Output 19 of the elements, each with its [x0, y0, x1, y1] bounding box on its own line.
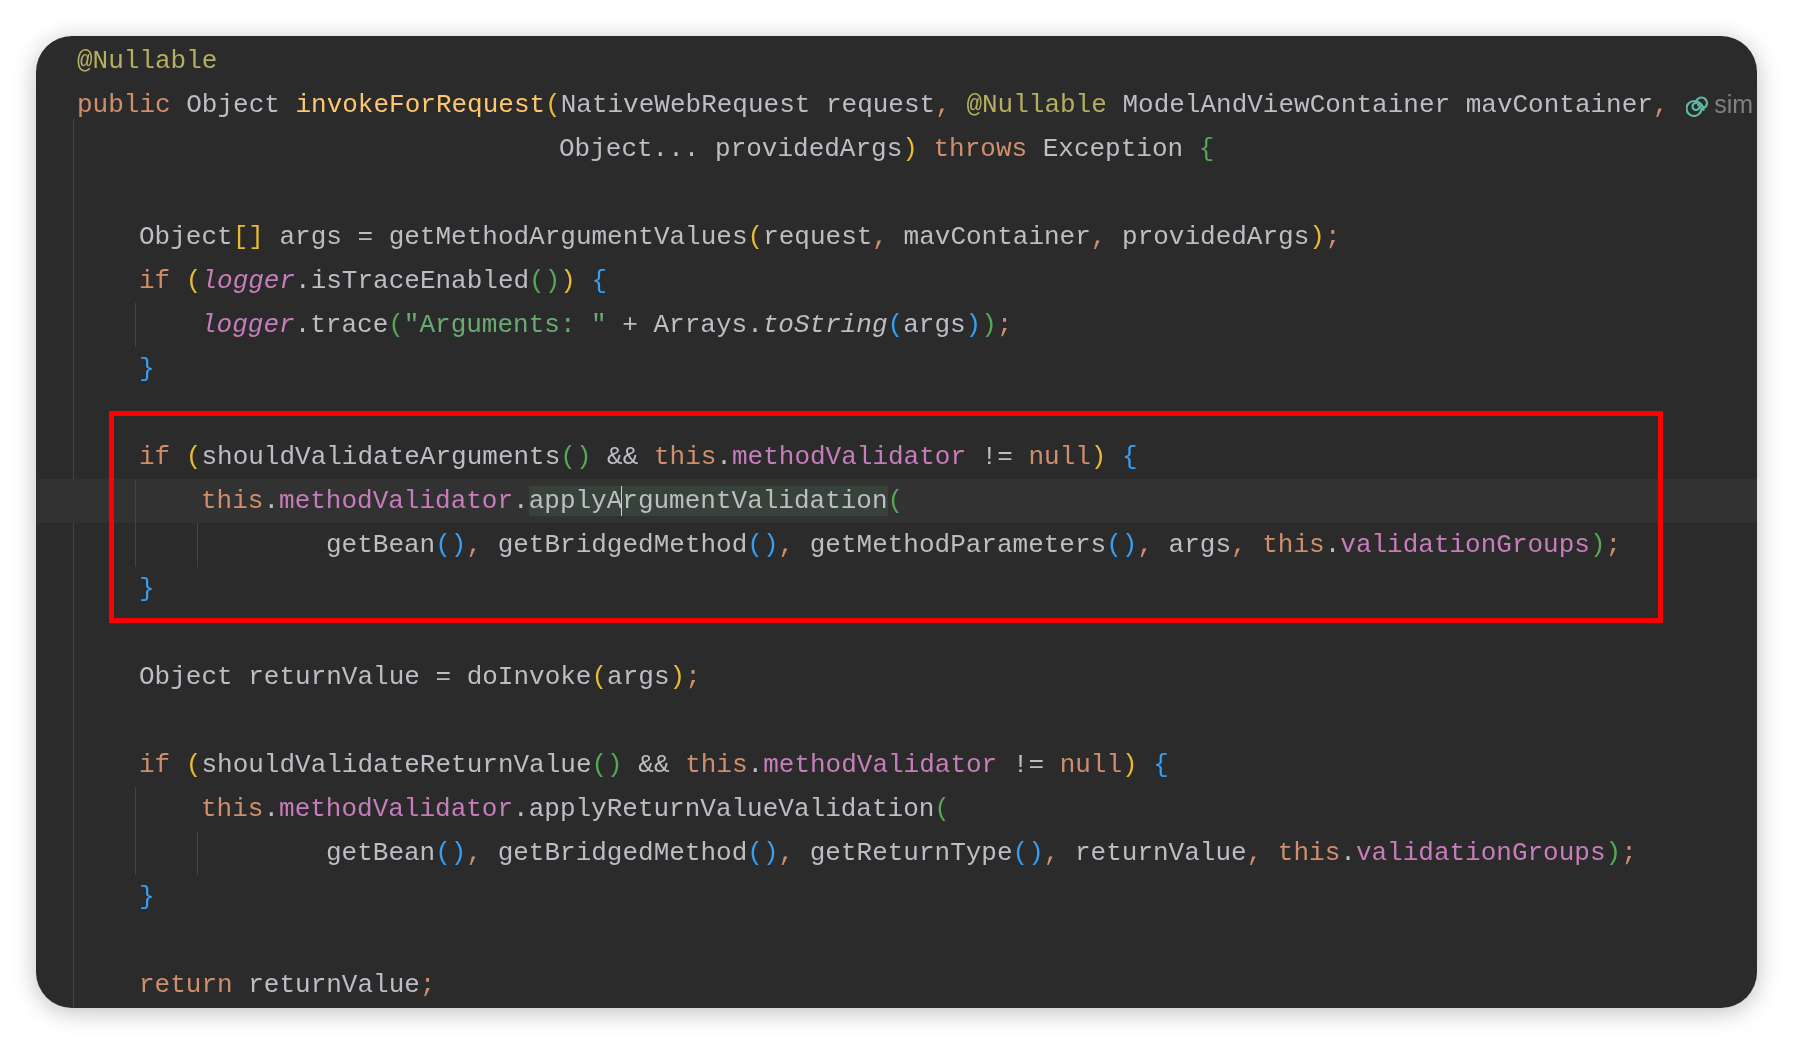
code-line: }	[139, 881, 155, 914]
code-line: public Object invokeForRequest(NativeWebRequest request, @Nullable ModelAndViewContainer mavContainer,	[77, 89, 1670, 122]
code-line: if (logger.isTraceEnabled()) {	[139, 265, 608, 298]
code-line: getBean(), getBridgedMethod(), getReturnType(), returnValue, this.validationGroups);	[326, 837, 1637, 870]
inlay-hint: sim	[1714, 89, 1754, 121]
code-line: }	[139, 353, 155, 386]
code-line: return returnValue;	[139, 969, 436, 1002]
code-line: if (shouldValidateReturnValue() && this.methodValidator != null) {	[139, 749, 1169, 782]
code-line: this.methodValidator.applyReturnValueValidation(	[201, 793, 950, 826]
code-line: if (shouldValidateArguments() && this.methodValidator != null) {	[139, 441, 1138, 474]
code-line: getBean(), getBridgedMethod(), getMethodParameters(), args, this.validationGroups);	[326, 529, 1622, 562]
code-line: logger.trace("Arguments: " + Arrays.toString(args));	[201, 309, 1013, 342]
code-line: Object returnValue = doInvoke(args);	[139, 661, 701, 694]
code-line: this.methodValidator.applyArgumentValidation(	[201, 485, 904, 519]
code-line: Object[] args = getMethodArgumentValues(request, mavContainer, providedArgs);	[139, 221, 1341, 254]
code-line: Object... providedArgs) throws Exception {	[559, 133, 1215, 166]
code-line: }	[139, 573, 155, 606]
code-line: @Nullable	[77, 45, 218, 78]
spiral-icon	[1686, 93, 1711, 117]
